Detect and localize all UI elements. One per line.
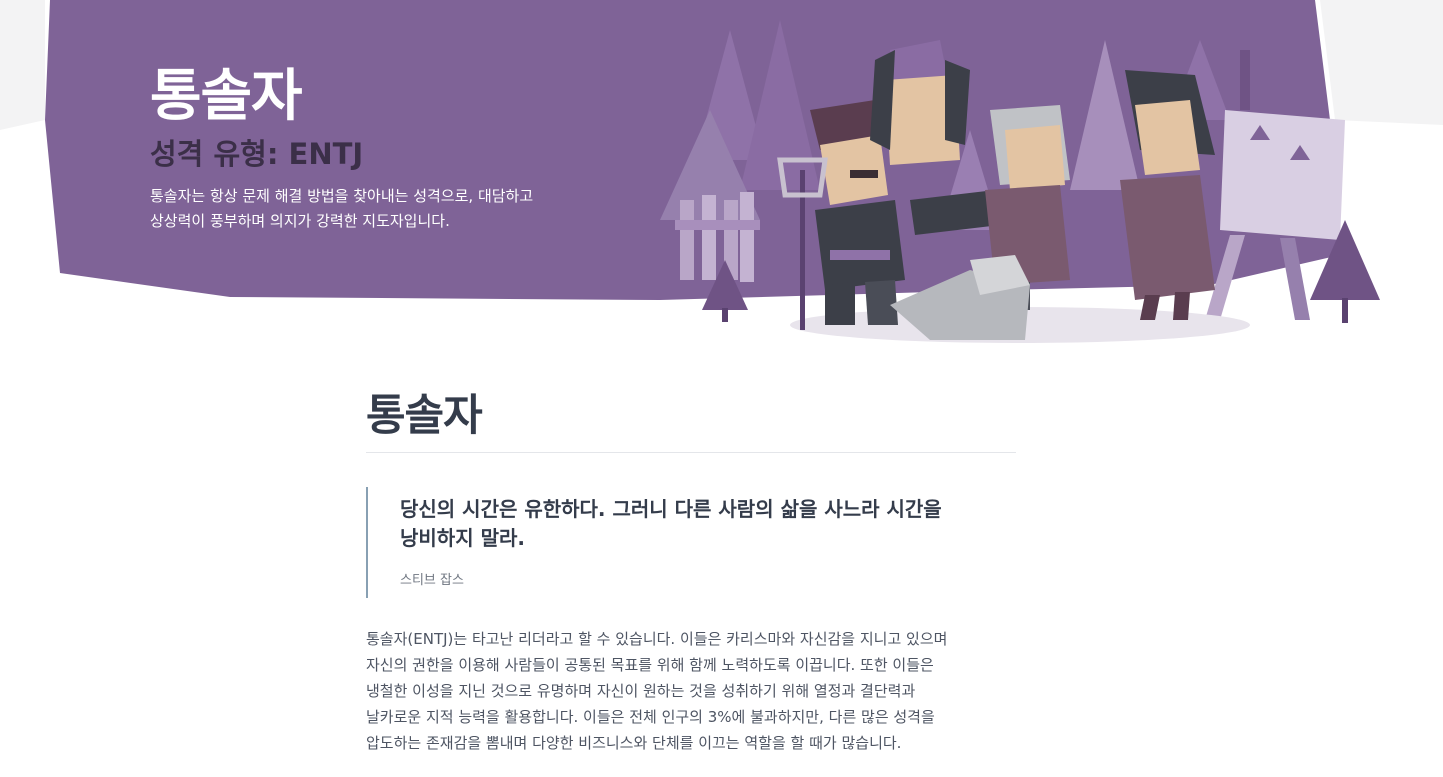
section-title: 통솔자: [366, 391, 483, 441]
hero-title: 통솔자: [150, 64, 303, 129]
intro-paragraph: 통솔자(ENTJ)는 타고난 리더라고 할 수 있습니다. 이들은 카리스마와 …: [366, 626, 1016, 756]
hero-description: 통솔자는 항상 문제 해결 방법을 찾아내는 성격으로, 대담하고 상상력이 풍…: [150, 184, 620, 234]
paragraph-line: 압도하는 존재감을 뽐내며 다양한 비즈니스와 단체를 이끄는 역할을 할 때가…: [366, 734, 902, 752]
quote-line: 당신의 시간은 유한하다. 그러니 다른 사람의 삶을 사느라 시간을: [400, 497, 942, 521]
hero-header: 통솔자 성격 유형: ENTJ 통솔자는 항상 문제 해결 방법을 찾아내는 성…: [150, 60, 620, 234]
paragraph-line: 통솔자(ENTJ)는 타고난 리더라고 할 수 있습니다. 이들은 카리스마와 …: [366, 630, 948, 648]
hero-description-line: 통솔자는 항상 문제 해결 방법을 찾아내는 성격으로, 대담하고: [150, 187, 534, 205]
commander-illustration: [660, 20, 1380, 343]
quote-text: 당신의 시간은 유한하다. 그러니 다른 사람의 삶을 사느라 시간을 낭비하지…: [400, 495, 1016, 553]
quote-block: 당신의 시간은 유한하다. 그러니 다른 사람의 삶을 사느라 시간을 낭비하지…: [366, 487, 1016, 598]
personality-type-subtitle: 성격 유형: ENTJ: [150, 137, 364, 171]
paragraph-line: 냉철한 이성을 지닌 것으로 유명하며 자신이 원하는 것을 성취하기 위해 열…: [366, 682, 916, 700]
hero-description-line: 상상력이 풍부하며 의지가 강력한 지도자입니다.: [150, 212, 450, 230]
section-divider: [366, 452, 1016, 453]
quote-line: 낭비하지 말라.: [400, 526, 525, 550]
paragraph-line: 날카로운 지적 능력을 활용합니다. 이들은 전체 인구의 3%에 불과하지만,…: [366, 708, 935, 726]
article-content: 통솔자 당신의 시간은 유한하다. 그러니 다른 사람의 삶을 사느라 시간을 …: [366, 380, 1016, 756]
paragraph-line: 자신의 권한을 이용해 사람들이 공통된 목표를 위해 함께 노력하도록 이끕니…: [366, 656, 934, 674]
quote-author: 스티브 잡스: [400, 573, 464, 588]
